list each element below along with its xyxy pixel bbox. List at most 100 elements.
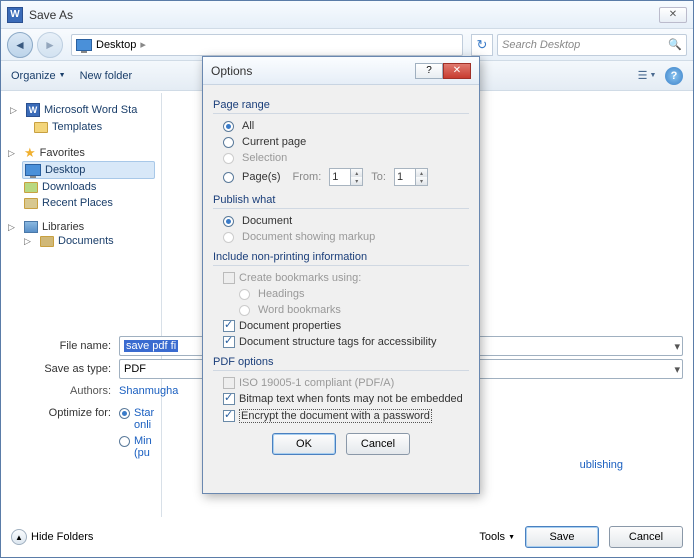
dialog-close-button[interactable]: ✕	[443, 63, 471, 79]
radio-icon	[223, 121, 234, 132]
from-spinner[interactable]: 1▴▾	[329, 168, 363, 186]
checkbox-icon	[223, 336, 235, 348]
radio-icon	[239, 305, 250, 316]
saveastype-label: Save as type:	[11, 363, 119, 375]
radio-icon	[223, 232, 234, 243]
tree-downloads[interactable]: Downloads	[8, 179, 155, 195]
tools-menu[interactable]: Tools▼	[479, 531, 515, 543]
tree-templates[interactable]: Templates	[8, 119, 155, 135]
options-dialog: Options ? ✕ Page range All Current page …	[202, 56, 480, 494]
tree-libraries[interactable]: ▷ Libraries	[8, 221, 155, 233]
radio-icon	[119, 408, 130, 419]
radio-word-bookmarks: Word bookmarks	[213, 302, 469, 318]
expand-icon[interactable]: ▷	[10, 105, 22, 116]
radio-icon	[223, 172, 234, 183]
refresh-button[interactable]: ↻	[471, 34, 493, 56]
dialog-cancel-button[interactable]: Cancel	[346, 433, 410, 455]
desktop-icon	[76, 39, 92, 51]
filename-label: File name:	[11, 340, 119, 352]
tree-desktop[interactable]: Desktop	[22, 161, 155, 179]
expand-icon[interactable]: ▷	[8, 222, 20, 233]
back-button[interactable]: ◄	[7, 32, 33, 58]
search-input[interactable]: Search Desktop 🔍	[497, 34, 687, 56]
radio-icon	[119, 436, 130, 447]
checkbox-icon	[223, 320, 235, 332]
dropdown-icon[interactable]: ▾	[674, 363, 680, 376]
radio-doc-markup: Document showing markup	[213, 229, 469, 245]
libraries-icon	[24, 221, 38, 233]
optimize-standard-radio[interactable]: Star	[119, 407, 154, 419]
expand-icon[interactable]: ▷	[8, 148, 20, 159]
radio-current-page[interactable]: Current page	[213, 134, 469, 150]
bottom-bar: ▲ Hide Folders Tools▼ Save Cancel	[11, 523, 683, 551]
to-label: To:	[371, 171, 386, 183]
crumb-text: Desktop	[96, 39, 136, 51]
check-doc-structure[interactable]: Document structure tags for accessibilit…	[213, 334, 469, 350]
search-icon: 🔍	[668, 38, 682, 51]
organize-menu[interactable]: Organize▼	[11, 70, 66, 82]
checkbox-icon	[223, 377, 235, 389]
star-icon: ★	[24, 145, 36, 161]
breadcrumb[interactable]: Desktop ▸	[71, 34, 463, 56]
include-nonprint-group: Include non-printing information	[213, 251, 469, 266]
check-bitmap[interactable]: Bitmap text when fonts may not be embedd…	[213, 391, 469, 407]
dialog-help-button[interactable]: ?	[415, 63, 443, 79]
search-placeholder: Search Desktop	[502, 39, 580, 51]
new-folder-button[interactable]: New folder	[80, 70, 133, 82]
authors-label: Authors:	[11, 385, 119, 397]
radio-icon	[239, 289, 250, 300]
view-menu[interactable]: ☰▼	[635, 66, 659, 86]
window-title: Save As	[29, 8, 73, 22]
check-doc-properties[interactable]: Document properties	[213, 318, 469, 334]
radio-document[interactable]: Document	[213, 213, 469, 229]
publishing-tail: ublishing	[580, 459, 623, 471]
check-encrypt[interactable]: Encrypt the document with a password	[213, 407, 469, 425]
tree-favorites[interactable]: ▷ ★ Favorites	[8, 145, 155, 161]
radio-icon	[223, 216, 234, 227]
chevron-up-icon: ▲	[11, 529, 27, 545]
checkbox-icon	[223, 410, 235, 422]
desktop-icon	[25, 164, 41, 176]
word-icon: W	[26, 103, 40, 117]
tree-word-station[interactable]: ▷ W Microsoft Word Sta	[8, 101, 155, 119]
radio-pages[interactable]: Page(s) From: 1▴▾ To: 1▴▾	[213, 166, 469, 188]
radio-all[interactable]: All	[213, 118, 469, 134]
crumb-chevron-icon[interactable]: ▸	[140, 38, 146, 51]
hide-folders-button[interactable]: ▲ Hide Folders	[11, 529, 93, 545]
dropdown-icon[interactable]: ▾	[674, 340, 680, 353]
cancel-button[interactable]: Cancel	[609, 526, 683, 548]
radio-icon	[223, 153, 234, 164]
dialog-body: Page range All Current page Selection Pa…	[203, 85, 479, 463]
checkbox-icon	[223, 393, 235, 405]
publish-what-group: Publish what	[213, 194, 469, 209]
to-spinner[interactable]: 1▴▾	[394, 168, 428, 186]
from-label: From:	[293, 171, 322, 183]
optimize-min-radio[interactable]: Min	[119, 435, 154, 447]
pdf-options-group: PDF options	[213, 356, 469, 371]
dialog-title-bar: Options ? ✕	[203, 57, 479, 85]
checkbox-icon	[223, 272, 235, 284]
radio-headings: Headings	[213, 286, 469, 302]
radio-selection: Selection	[213, 150, 469, 166]
word-icon: W	[7, 7, 23, 23]
documents-icon	[40, 236, 54, 247]
expand-icon[interactable]: ▷	[24, 236, 36, 247]
close-button[interactable]: ✕	[659, 7, 687, 23]
title-bar: W Save As ✕	[1, 1, 693, 29]
radio-icon	[223, 137, 234, 148]
downloads-icon	[24, 182, 38, 193]
dialog-title: Options	[211, 64, 252, 78]
save-button[interactable]: Save	[525, 526, 599, 548]
page-range-group: Page range	[213, 99, 469, 114]
check-create-bookmarks: Create bookmarks using:	[213, 270, 469, 286]
authors-value[interactable]: Shanmugha	[119, 385, 178, 397]
tree-documents[interactable]: ▷ Documents	[8, 233, 155, 249]
check-iso: ISO 19005-1 compliant (PDF/A)	[213, 375, 469, 391]
optimize-label: Optimize for:	[11, 407, 119, 419]
tree-recent[interactable]: Recent Places	[8, 195, 155, 211]
help-button[interactable]: ?	[665, 67, 683, 85]
ok-button[interactable]: OK	[272, 433, 336, 455]
recent-icon	[24, 198, 38, 209]
forward-button[interactable]: ►	[37, 32, 63, 58]
folder-icon	[34, 122, 48, 133]
